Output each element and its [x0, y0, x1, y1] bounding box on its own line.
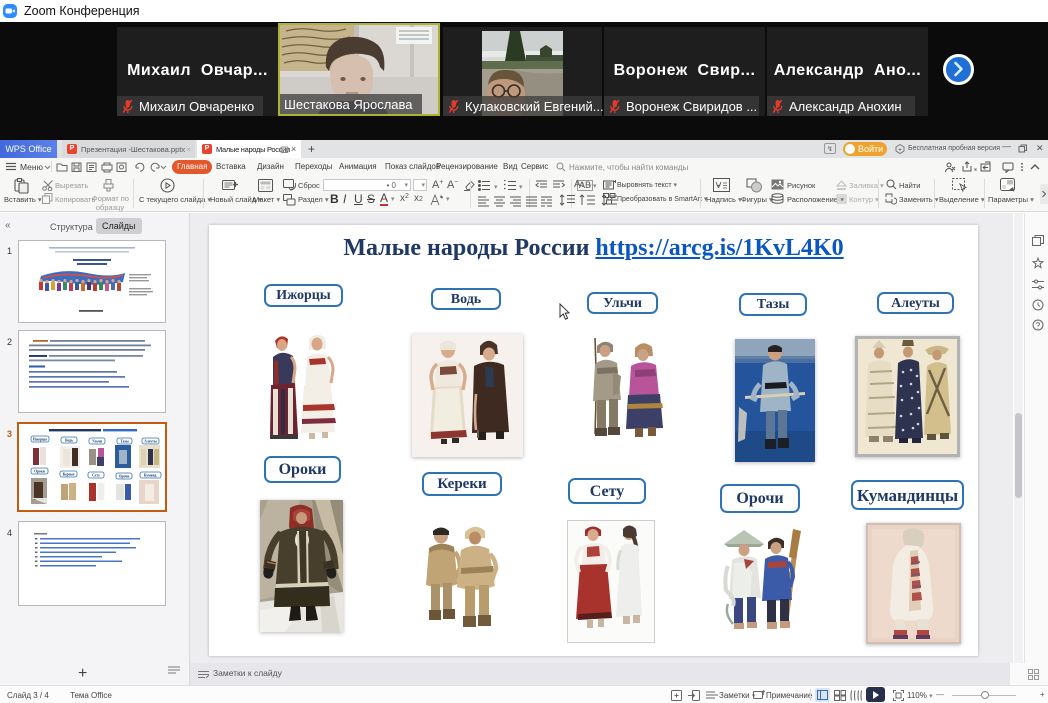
svg-text:Ижорцы: Ижорцы	[33, 438, 47, 442]
svg-text:Ороки: Ороки	[34, 470, 45, 474]
svg-text:Сету: Сету	[92, 474, 100, 478]
svg-text:Куманд.: Куманд.	[144, 474, 157, 478]
svg-text:Алеуты: Алеуты	[144, 440, 157, 444]
svg-text:Ульчи: Ульчи	[92, 440, 102, 444]
svg-text:Водь: Водь	[65, 439, 73, 443]
svg-text:Кереки: Кереки	[63, 473, 75, 477]
svg-text:Тазы: Тазы	[120, 440, 129, 444]
svg-text:Орочи: Орочи	[119, 475, 130, 479]
